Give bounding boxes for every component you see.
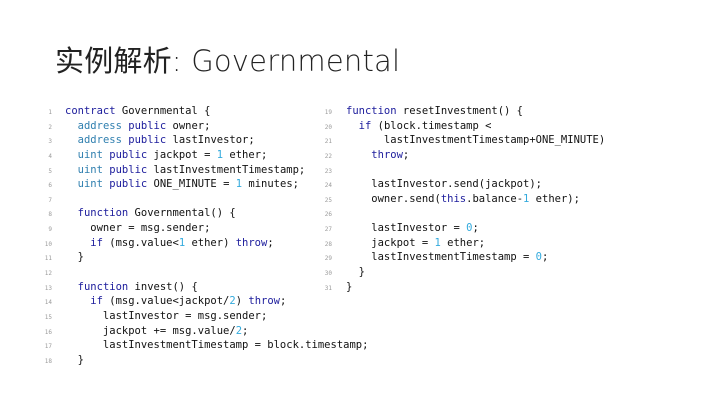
code-token: lastInvestmentTimestamp+ONE_MINUTE)	[346, 134, 606, 147]
code-token: ;	[472, 222, 479, 235]
code-token: ;	[402, 148, 410, 161]
code-token: jackpot =	[346, 236, 435, 249]
code-line: 30 }	[320, 265, 605, 280]
code-token: address	[77, 134, 122, 147]
code-token: ;	[541, 251, 549, 264]
code-token: lastInvestor =	[346, 222, 467, 235]
code-line: 27 lastInvestor = 0;	[320, 221, 605, 236]
code-token: (msg.value<	[102, 236, 179, 249]
code-token: this	[440, 192, 467, 205]
line-number: 18	[44, 357, 52, 365]
code-token: ;	[267, 236, 274, 249]
code-token: uint	[77, 148, 103, 161]
code-token: lastInvestmentTimestamp =	[346, 251, 536, 264]
code-token: lastInvestmentTimestamp = block.timestam…	[65, 339, 369, 352]
code-token: resetInvestment() {	[396, 105, 524, 117]
code-line: 17 lastInvestmentTimestamp = block.times…	[40, 338, 369, 353]
code-token: public	[128, 134, 167, 147]
code-token: ether;	[440, 236, 486, 249]
code-token: public	[109, 148, 148, 161]
code-token: throw	[371, 148, 403, 161]
code-token: minutes;	[242, 178, 299, 191]
code-token: function	[346, 105, 397, 117]
code-line: 28 jackpot = 1 ether;	[320, 236, 605, 251]
line-number: 31	[324, 284, 332, 292]
code-line: 24 lastInvestor.send(jackpot);	[320, 177, 605, 192]
code-token: ether)	[185, 236, 236, 249]
slide: 实例解析: Governmental 1 contract Governmenta…	[0, 0, 720, 405]
code-line: 20 if (block.timestamp <	[320, 119, 605, 134]
code-token: }	[65, 353, 84, 366]
code-token: owner.send(	[346, 192, 441, 205]
code-token: owner = msg.sender;	[65, 222, 211, 235]
code-token: }	[65, 251, 84, 264]
code-line: 23	[320, 163, 605, 178]
code-token: public	[128, 119, 167, 132]
code-token: invest() {	[128, 280, 198, 293]
code-line: 19 function resetInvestment() {	[320, 104, 605, 119]
code-token: if	[90, 236, 103, 249]
code-line: 29 lastInvestmentTimestamp = 0;	[320, 250, 605, 265]
code-token: lastInvestor = msg.sender;	[65, 309, 268, 322]
code-token: throw	[248, 295, 280, 308]
code-token: lastInvestor;	[166, 134, 255, 147]
code-token: contract	[65, 105, 116, 117]
code-token: jackpot += msg.value/	[65, 324, 236, 337]
code-line: 31}	[320, 280, 605, 295]
code-token: public	[109, 163, 148, 176]
code-token: owner;	[166, 119, 211, 132]
code-token: }	[346, 266, 365, 279]
code-token: ether;	[223, 148, 268, 161]
code-line: 22 throw;	[320, 148, 605, 163]
code-token: ;	[242, 324, 249, 337]
code-token: ;	[279, 295, 287, 308]
code-token: Governmental() {	[128, 207, 236, 220]
code-token: lastInvestmentTimestamp;	[147, 163, 306, 176]
code-line: 21 lastInvestmentTimestamp+ONE_MINUTE)	[320, 133, 605, 148]
code-line: 25 owner.send(this.balance-1 ether);	[320, 192, 605, 207]
code-token: ONE_MINUTE =	[147, 178, 236, 191]
code-token: lastInvestor.send(jackpot);	[346, 178, 542, 191]
code-token: (msg.value<jackpot/	[102, 295, 230, 308]
code-token: uint	[77, 178, 103, 191]
code-token: throw	[235, 236, 268, 249]
code-token: (block.timestamp <	[371, 119, 492, 132]
code-token: function	[77, 280, 129, 293]
code-line: 18 }	[40, 353, 368, 368]
code-token: .balance-	[466, 192, 524, 205]
code-token: jackpot =	[147, 148, 217, 161]
code-block-right: 19 function resetInvestment() {20 if (blo…	[320, 104, 605, 294]
code-line: 15 lastInvestor = msg.sender;	[40, 309, 368, 324]
code-token: }	[346, 280, 353, 293]
code-token: if	[90, 295, 103, 308]
code-line: 26	[320, 206, 605, 221]
slide-title: 实例解析: Governmental	[55, 44, 401, 78]
code-token: function	[77, 207, 129, 220]
code-token: public	[109, 178, 148, 191]
code-token: if	[358, 119, 372, 132]
code-token: Governmental {	[115, 105, 211, 117]
code-line: 16 jackpot += msg.value/2;	[40, 324, 368, 339]
code-token: uint	[77, 163, 103, 176]
code-token: ether);	[529, 192, 580, 205]
code-token: address	[77, 119, 122, 132]
code-token: )	[235, 295, 249, 308]
code-line: 14 if (msg.value<jackpot/2) throw;	[40, 294, 368, 309]
